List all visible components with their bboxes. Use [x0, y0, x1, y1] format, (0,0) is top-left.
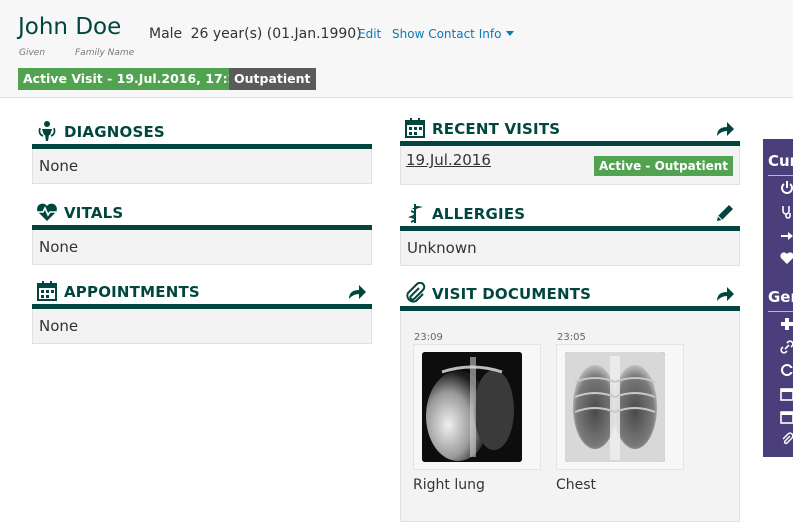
- diagnoses-panel: DIAGNOSES None: [32, 120, 372, 184]
- given-name: John: [18, 14, 69, 40]
- family-name: Doe: [75, 14, 122, 40]
- calendar-icon[interactable]: [780, 387, 793, 401]
- caret-down-icon: [506, 31, 515, 36]
- document-caption: Right lung: [413, 477, 485, 493]
- patient-gender: Male: [149, 26, 183, 42]
- xray-thumbnail[interactable]: [565, 352, 665, 462]
- visit-documents-panel: VISIT DOCUMENTS 23:09 Right lung 23:05 C…: [400, 282, 740, 522]
- recent-visits-panel: RECENT VISITS 19.Jul.2016 Active - Outpa…: [400, 117, 740, 185]
- link-icon[interactable]: [780, 340, 793, 354]
- recent-visits-body: 19.Jul.2016 Active - Outpatient: [400, 146, 740, 185]
- visit-documents-body: 23:09 Right lung 23:05 Chest: [400, 311, 740, 522]
- patient-header: John Doe Given Family Name Male 26 year(…: [0, 0, 793, 98]
- visit-status-badge: Active - Outpatient: [594, 156, 733, 176]
- allergies-title: ALLERGIES: [432, 205, 526, 223]
- visit-date-link[interactable]: 19.Jul.2016: [406, 151, 491, 169]
- allergies-body: Unknown: [400, 231, 740, 266]
- diagnoses-body: None: [32, 149, 372, 184]
- appointments-body: None: [32, 309, 372, 344]
- diagnoses-header: DIAGNOSES: [32, 120, 372, 149]
- vitals-panel: VITALS None: [32, 201, 372, 265]
- xray-thumbnail[interactable]: [422, 352, 522, 462]
- allergies-panel: ALLERGIES Unknown: [400, 202, 740, 266]
- vitals-title: VITALS: [64, 204, 124, 222]
- heart-pulse-icon[interactable]: [780, 251, 793, 265]
- visit-documents-title: VISIT DOCUMENTS: [432, 285, 592, 303]
- appointments-title: APPOINTMENTS: [64, 283, 200, 301]
- patient-name: John Doe: [18, 14, 121, 40]
- sidebar-divider: [768, 175, 793, 176]
- allergies-value: Unknown: [407, 239, 477, 257]
- actions-sidebar: Cur Gen: [763, 139, 793, 457]
- diagnoses-title: DIAGNOSES: [64, 123, 165, 141]
- paperclip-icon[interactable]: [780, 432, 793, 446]
- vitals-body: None: [32, 230, 372, 265]
- calendar-icon: [405, 118, 425, 138]
- appointments-value: None: [39, 317, 79, 335]
- appointments-panel: APPOINTMENTS None: [32, 280, 372, 344]
- vitals-value: None: [39, 238, 79, 256]
- allergies-header: ALLERGIES: [400, 202, 740, 231]
- recent-visits-title: RECENT VISITS: [432, 120, 561, 138]
- document-card[interactable]: 23:09: [413, 332, 541, 470]
- calendar-icon[interactable]: [780, 410, 793, 424]
- visit-type-badge: Outpatient: [229, 68, 316, 90]
- recent-visits-header: RECENT VISITS: [400, 117, 740, 146]
- show-contact-info-label: Show Contact Info: [392, 27, 502, 41]
- document-card[interactable]: 23:05: [556, 332, 684, 470]
- family-name-label: Family Name: [75, 48, 135, 58]
- sign-in-icon[interactable]: [780, 229, 793, 243]
- sidebar-divider: [768, 311, 793, 312]
- document-time: 23:09: [414, 332, 443, 343]
- sidebar-current-heading: Cur: [768, 152, 793, 170]
- stethoscope-icon[interactable]: [780, 205, 793, 219]
- history-icon[interactable]: [780, 363, 793, 377]
- patient-demographics: Male 26 year(s) (01.Jan.1990): [149, 26, 366, 42]
- share-arrow-icon[interactable]: [346, 280, 368, 302]
- vitals-header: VITALS: [32, 201, 372, 230]
- appointments-header: APPOINTMENTS: [32, 280, 372, 309]
- power-icon[interactable]: [780, 181, 793, 195]
- given-label: Given: [19, 48, 46, 58]
- share-arrow-icon[interactable]: [714, 282, 736, 304]
- pencil-edit-icon[interactable]: [714, 202, 736, 224]
- stethoscope-person-icon: [38, 121, 56, 141]
- plus-icon[interactable]: [780, 317, 793, 331]
- heart-pulse-icon: [37, 203, 57, 221]
- show-contact-info-link[interactable]: Show Contact Info: [392, 27, 515, 41]
- caduceus-icon: [407, 204, 423, 223]
- document-caption: Chest: [556, 477, 597, 493]
- sidebar-general-heading: Gen: [768, 288, 793, 306]
- calendar-icon: [37, 281, 57, 301]
- diagnoses-value: None: [39, 157, 79, 175]
- paperclip-icon: [406, 282, 426, 303]
- patient-age: 26 year(s) (01.Jan.1990): [190, 26, 362, 42]
- edit-link[interactable]: Edit: [358, 27, 381, 41]
- share-arrow-icon[interactable]: [714, 117, 736, 139]
- document-time: 23:05: [557, 332, 586, 343]
- visit-documents-header: VISIT DOCUMENTS: [400, 282, 740, 311]
